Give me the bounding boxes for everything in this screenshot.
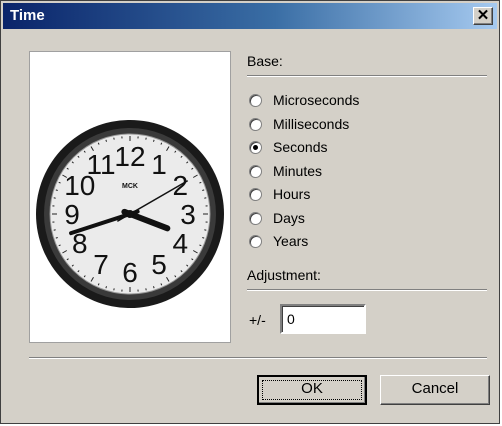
radio-button-circle[interactable] [249,117,262,131]
radio-button-circle[interactable] [249,235,262,248]
time-dialog: Time ✕ 121234567891011MCK Base: Microsec… [0,0,500,424]
base-heading: Base: [247,53,283,69]
clock-tick [55,189,58,191]
adjustment-divider [247,289,487,291]
ok-button[interactable]: OK [257,375,367,405]
clock-numeral: 1 [151,149,167,180]
base-divider [247,75,487,77]
clock-image-panel: 121234567891011MCK [29,51,231,343]
clock-tick [105,139,107,142]
radio-label: Microseconds [273,92,360,108]
radio-label: Hours [273,186,311,202]
radio-label: Minutes [273,162,323,179]
clock-tick [153,286,155,289]
radio-label: Milliseconds [273,115,350,132]
clock-numeral: 5 [151,249,167,280]
adjustment-heading: Adjustment: [247,267,321,283]
clock-numeral: 6 [122,257,138,288]
clock-numeral: 4 [172,228,188,259]
focus-rectangle [262,380,362,400]
clock-center-cap [126,210,134,218]
radio-button-circle[interactable] [249,141,262,154]
clock-tick [202,189,205,191]
radio-button-circle[interactable] [249,211,262,225]
cancel-label: Cancel [411,380,459,397]
footer-divider [29,357,487,359]
clock-tick [202,237,205,239]
clock-numeral: 3 [180,199,196,230]
clock-brand: MCK [122,183,138,190]
clock-tick [55,237,58,239]
clock-tick [105,286,107,289]
clock-tick [153,139,155,142]
radio-button-circle[interactable] [249,164,262,178]
radio-label: Years [273,233,309,249]
radio-button-circle[interactable] [249,188,262,201]
close-icon[interactable]: ✕ [473,7,493,25]
clock-numeral: 7 [93,249,109,280]
dialog-title: Time [10,7,45,24]
clock-numeral: 12 [114,141,145,172]
radio-label: Days [273,209,305,226]
radio-label: Seconds [273,139,328,155]
adjustment-prefix: +/- [249,312,266,328]
clock-image: 121234567891011MCK [36,120,224,308]
radio-button-circle[interactable] [249,94,262,107]
adjustment-input[interactable] [280,304,366,334]
clock-numeral: 9 [64,199,80,230]
clock-numeral: 11 [86,149,115,180]
title-bar[interactable]: Time ✕ [3,3,497,29]
cancel-button[interactable]: Cancel [380,375,490,405]
